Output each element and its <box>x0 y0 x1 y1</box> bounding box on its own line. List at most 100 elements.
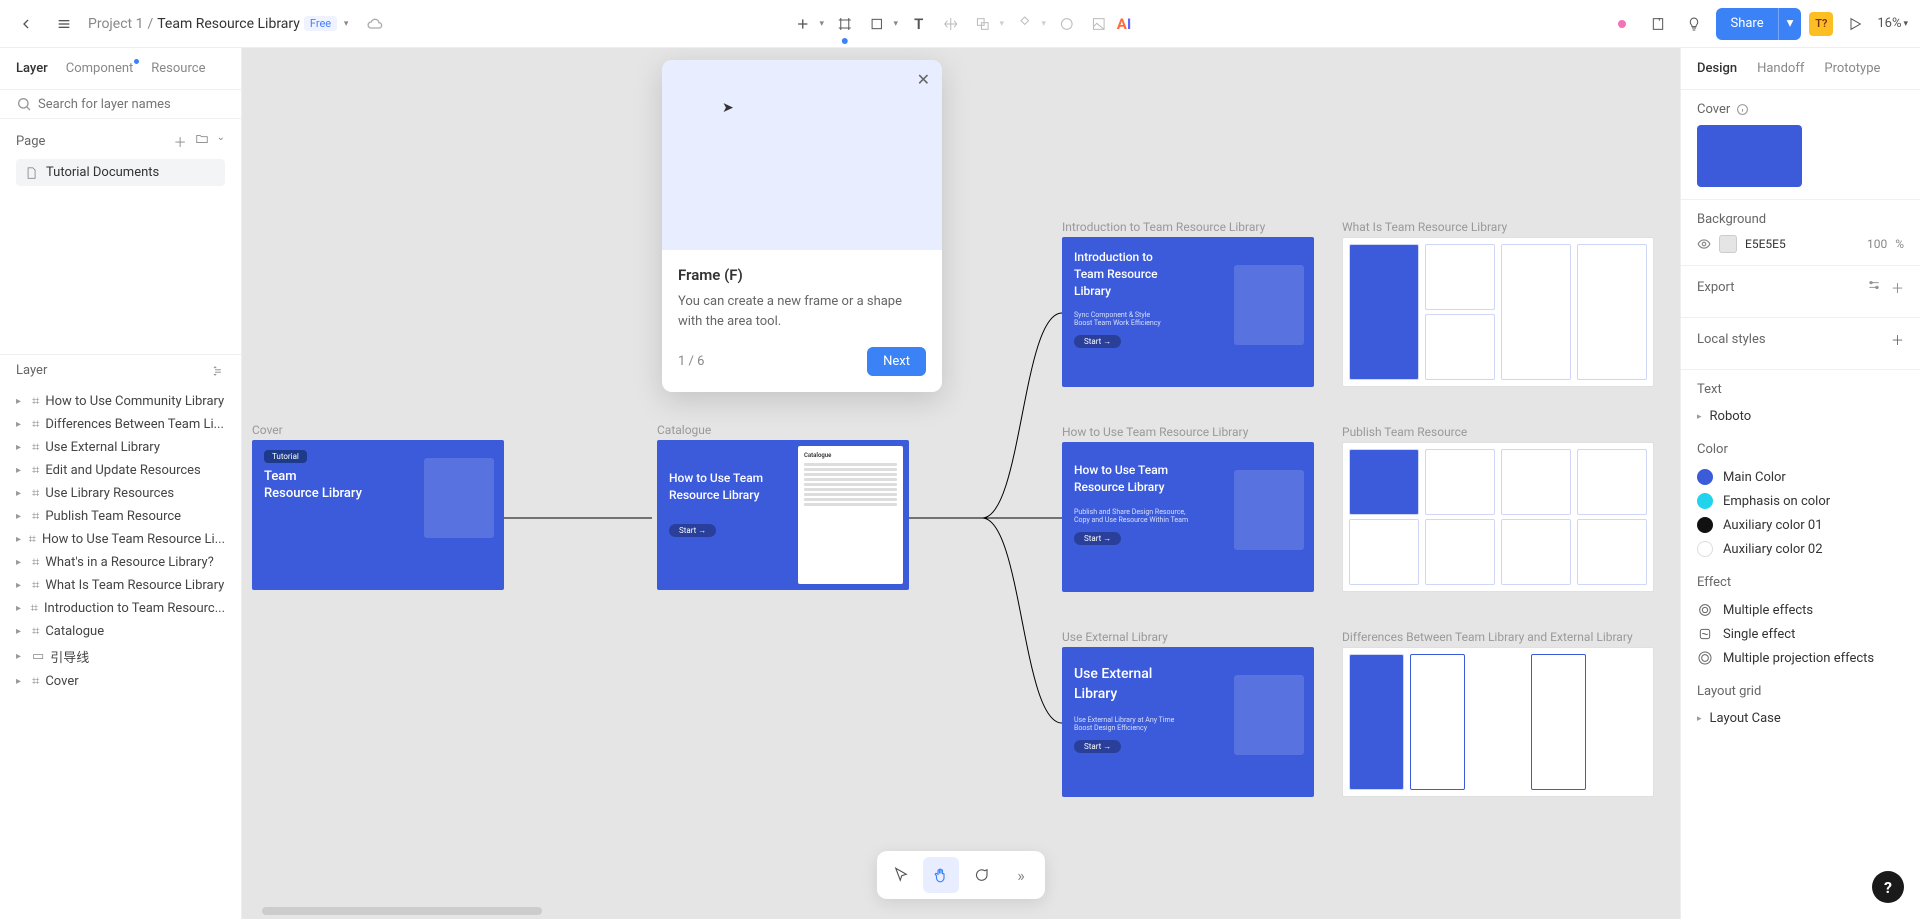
breadcrumb-project[interactable]: Project 1 <box>88 16 143 32</box>
tab-layer[interactable]: Layer <box>16 61 48 76</box>
layer-item[interactable]: ▸⌗Use Library Resources <box>0 482 241 505</box>
add-export-icon[interactable]: ＋ <box>1891 278 1904 297</box>
folder-icon[interactable] <box>195 132 209 146</box>
zoom-display[interactable]: 16%▾ <box>1877 16 1908 31</box>
layer-item[interactable]: ▸⌗Catalogue <box>0 620 241 643</box>
breadcrumb-file[interactable]: Team Resource Library <box>157 16 300 32</box>
add-tool[interactable] <box>789 10 817 38</box>
notes-icon[interactable] <box>1644 10 1672 38</box>
eye-icon[interactable] <box>1697 237 1711 251</box>
pointer-tool[interactable] <box>883 857 919 893</box>
move-tool[interactable] <box>937 10 965 38</box>
share-button[interactable]: Share ▾ <box>1716 8 1801 40</box>
layer-item[interactable]: ▸⌗Publish Team Resource <box>0 505 241 528</box>
frame-intro[interactable]: Introduction to Team Resource Library Sy… <box>1062 237 1314 387</box>
settings-icon[interactable] <box>1867 278 1881 292</box>
frame-label-external[interactable]: Use External Library <box>1062 630 1168 644</box>
more-tools[interactable]: » <box>1003 857 1039 893</box>
frame-label-how[interactable]: How to Use Team Resource Library <box>1062 425 1248 439</box>
cloud-sync-icon[interactable] <box>361 10 389 38</box>
collapse-page-icon[interactable]: ⌄ <box>217 132 225 151</box>
close-icon[interactable]: ✕ <box>917 70 930 89</box>
page-icon <box>24 166 38 180</box>
tab-prototype[interactable]: Prototype <box>1824 61 1880 76</box>
frame-publish[interactable] <box>1342 442 1654 592</box>
effect-row[interactable]: Single effect <box>1697 622 1904 646</box>
next-button[interactable]: Next <box>867 347 926 376</box>
layer-item[interactable]: ▸⌗How to Use Community Library <box>0 390 241 413</box>
layer-item[interactable]: ▸⌗What Is Team Resource Library <box>0 574 241 597</box>
horizontal-scrollbar[interactable] <box>262 907 542 915</box>
component-tool-caret[interactable]: ▾ <box>1039 19 1049 29</box>
avatar[interactable]: T? <box>1809 12 1833 36</box>
tab-handoff[interactable]: Handoff <box>1757 61 1804 76</box>
plugin-icon[interactable] <box>1608 10 1636 38</box>
file-menu-caret[interactable]: ▾ <box>341 19 351 29</box>
info-icon[interactable] <box>1736 103 1749 116</box>
add-style-icon[interactable]: ＋ <box>1891 330 1904 349</box>
frame-tool[interactable] <box>831 10 859 38</box>
ai-logo[interactable]: AI <box>1117 15 1131 33</box>
frame-what[interactable] <box>1342 237 1654 387</box>
frame-cover[interactable]: Tutorial Team Resource Library <box>252 440 504 590</box>
share-caret[interactable]: ▾ <box>1778 8 1802 40</box>
image-tool[interactable] <box>1085 10 1113 38</box>
sort-icon[interactable] <box>211 364 225 378</box>
text-tool[interactable]: T <box>905 10 933 38</box>
frame-catalogue[interactable]: How to Use Team Resource Library Start →… <box>657 440 909 590</box>
shape-tool[interactable] <box>863 10 891 38</box>
hand-tool[interactable] <box>923 857 959 893</box>
frame-label-catalogue[interactable]: Catalogue <box>657 423 711 437</box>
add-page-icon[interactable]: ＋ <box>174 132 187 151</box>
layer-item[interactable]: ▸⌗Differences Between Team Li... <box>0 413 241 436</box>
layer-item[interactable]: ▸⌗What's in a Resource Library? <box>0 551 241 574</box>
frame-label-intro[interactable]: Introduction to Team Resource Library <box>1062 220 1265 234</box>
bg-swatch[interactable] <box>1719 235 1737 253</box>
effect-row[interactable]: Multiple projection effects <box>1697 646 1904 670</box>
shape-tool-caret[interactable]: ▾ <box>891 19 901 29</box>
color-row[interactable]: Auxiliary color 01 <box>1697 513 1904 537</box>
mask-tool[interactable] <box>1053 10 1081 38</box>
effect-row[interactable]: Multiple effects <box>1697 598 1904 622</box>
frame-label-diff[interactable]: Differences Between Team Library and Ext… <box>1342 630 1633 644</box>
hint-icon[interactable] <box>1680 10 1708 38</box>
help-button[interactable]: ? <box>1872 871 1904 903</box>
menu-button[interactable] <box>50 10 78 38</box>
page-item[interactable]: Tutorial Documents <box>16 159 225 186</box>
frame-label-cover[interactable]: Cover <box>252 423 283 437</box>
right-panel-tabs: Design Handoff Prototype <box>1681 48 1920 90</box>
layer-item[interactable]: ▸⌗Introduction to Team Resourc... <box>0 597 241 620</box>
layer-item[interactable]: ▸⌗Use External Library <box>0 436 241 459</box>
back-button[interactable] <box>12 10 40 38</box>
add-tool-caret[interactable]: ▾ <box>817 19 827 29</box>
bg-hex[interactable]: E5E5E5 <box>1745 237 1859 251</box>
layer-item[interactable]: ▸▭引导线 <box>0 643 241 670</box>
frame-label-what[interactable]: What Is Team Resource Library <box>1342 220 1507 234</box>
tab-resource[interactable]: Resource <box>151 61 205 76</box>
play-button[interactable] <box>1841 10 1869 38</box>
color-row[interactable]: Emphasis on color <box>1697 489 1904 513</box>
font-row[interactable]: ▸Roboto <box>1697 405 1904 428</box>
cover-label: Cover <box>1697 102 1730 117</box>
tab-design[interactable]: Design <box>1697 61 1737 76</box>
boolean-tool[interactable] <box>969 10 997 38</box>
layout-row[interactable]: ▸Layout Case <box>1697 707 1904 730</box>
frame-how-use[interactable]: How to Use Team Resource Library Publish… <box>1062 442 1314 592</box>
canvas[interactable]: Cover Tutorial Team Resource Library Cat… <box>242 48 1680 919</box>
boolean-tool-caret[interactable]: ▾ <box>997 19 1007 29</box>
color-row[interactable]: Main Color <box>1697 465 1904 489</box>
what-mock <box>1349 244 1647 380</box>
layer-item[interactable]: ▸⌗Edit and Update Resources <box>0 459 241 482</box>
cover-thumbnail[interactable] <box>1697 125 1802 187</box>
tab-component[interactable]: Component <box>66 61 134 76</box>
color-row[interactable]: Auxiliary color 02 <box>1697 537 1904 561</box>
frame-label-publish[interactable]: Publish Team Resource <box>1342 425 1467 439</box>
comment-tool[interactable] <box>963 857 999 893</box>
layer-item[interactable]: ▸⌗How to Use Team Resource Li... <box>0 528 241 551</box>
bg-opacity[interactable]: 100 <box>1867 237 1887 251</box>
component-tool[interactable] <box>1011 10 1039 38</box>
frame-external[interactable]: Use External Library Use External Librar… <box>1062 647 1314 797</box>
layer-item[interactable]: ▸⌗Cover <box>0 670 241 693</box>
frame-diff[interactable] <box>1342 647 1654 797</box>
layer-search-input[interactable] <box>38 97 225 112</box>
